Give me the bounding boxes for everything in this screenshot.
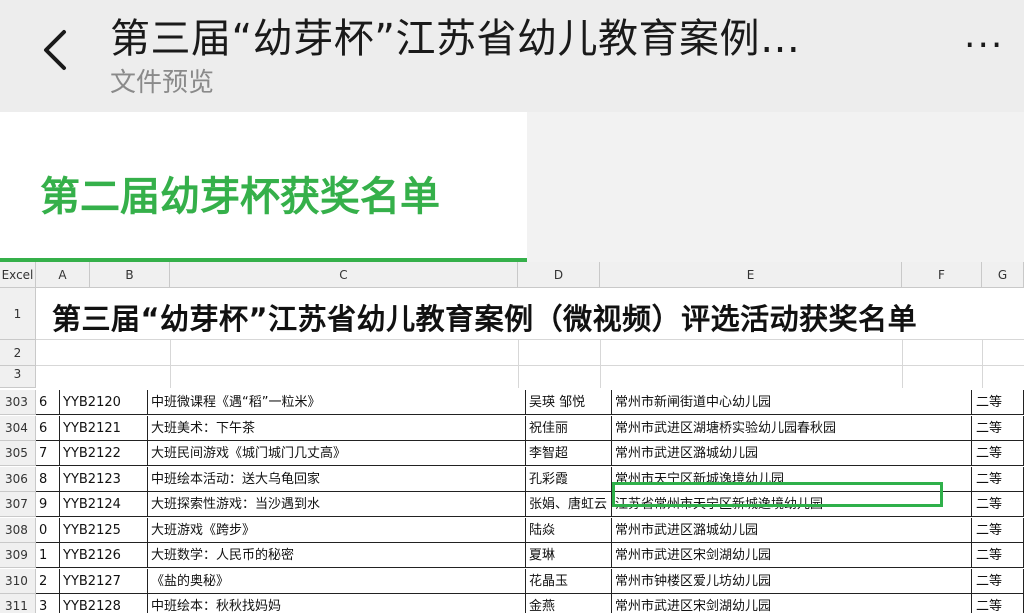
cell-a[interactable]: 0 (36, 517, 60, 543)
column-header-e[interactable]: E (600, 262, 902, 288)
column-header-d[interactable]: D (518, 262, 600, 288)
cell-award[interactable]: 二等 (972, 390, 1024, 415)
back-arrow-icon[interactable] (36, 26, 76, 74)
cell-author[interactable]: 张娟、唐虹云 (526, 492, 612, 517)
sheet-tab-label: 第二届幼芽杯获奖名单 (40, 174, 440, 220)
column-header-f[interactable]: F (902, 262, 982, 288)
cell-code[interactable]: YYB2122 (60, 441, 148, 466)
cell-title[interactable]: 中班绘本活动：送大乌龟回家 (148, 466, 526, 492)
table-row[interactable]: 308 0 YYB2125 大班游戏《跨步》 陆焱 常州市武进区潞城幼儿园 二等 (0, 517, 1024, 543)
cell-school[interactable]: 常州市武进区湖塘桥实验幼儿园春秋园 (612, 415, 972, 441)
cell-school[interactable]: 常州市武进区宋剑湖幼儿园 (612, 594, 972, 613)
cell-author[interactable]: 花晶玉 (526, 568, 612, 594)
cell-title[interactable]: 《盐的奥秘》 (148, 568, 526, 594)
table-row[interactable]: 304 6 YYB2121 大班美术：下午茶 祝佳丽 常州市武进区湖塘桥实验幼儿园春秋园二… (0, 415, 1024, 441)
column-header-b[interactable]: B (90, 262, 170, 288)
cell-a[interactable]: 6 (36, 415, 60, 441)
cell-a[interactable]: 2 (36, 568, 60, 594)
cell-title[interactable]: 大班美术：下午茶 (148, 415, 526, 441)
row-number[interactable]: 308 (0, 517, 36, 543)
cell-code[interactable]: YYB2127 (60, 568, 148, 594)
cell-author[interactable]: 孔彩霞 (526, 466, 612, 492)
table-row[interactable]: 303 6 YYB2120 中班微课程《遇“稻”一粒米》 吴瑛 邹悦 常州市新闸街道中心幼… (0, 390, 1024, 415)
column-header-c[interactable]: C (170, 262, 518, 288)
cell-author[interactable]: 金燕 (526, 594, 612, 613)
cell-author[interactable]: 陆焱 (526, 517, 612, 543)
table-row[interactable]: 305 7 YYB2122 大班民间游戏《城门城门几丈高》 李智超 常州市武进区潞城幼儿园… (0, 441, 1024, 466)
column-header-g[interactable]: G (982, 262, 1024, 288)
column-header-a[interactable]: A (36, 262, 90, 288)
cell-code[interactable]: YYB2120 (60, 390, 148, 415)
selected-cell-outline (612, 482, 943, 507)
cell-code[interactable]: YYB2124 (60, 492, 148, 517)
row-number[interactable]: 311 (0, 594, 36, 613)
cell-award[interactable]: 二等 (972, 517, 1024, 543)
row-number[interactable]: 309 (0, 543, 36, 568)
cell-a[interactable]: 8 (36, 466, 60, 492)
cell-title[interactable]: 大班探索性游戏：当沙遇到水 (148, 492, 526, 517)
row-number[interactable]: 306 (0, 466, 36, 492)
grid-line (36, 339, 1024, 340)
grid-line (170, 340, 171, 388)
row-number[interactable]: 303 (0, 390, 36, 415)
sheet-corner: Excel (0, 262, 36, 288)
cell-school[interactable]: 常州市新闸街道中心幼儿园 (612, 390, 972, 415)
row-header-3[interactable]: 3 (0, 366, 36, 388)
row-number[interactable]: 307 (0, 492, 36, 517)
cell-a[interactable]: 9 (36, 492, 60, 517)
cell-title[interactable]: 中班微课程《遇“稻”一粒米》 (148, 390, 526, 415)
cell-title[interactable]: 大班游戏《跨步》 (148, 517, 526, 543)
cell-school[interactable]: 常州市武进区宋剑湖幼儿园 (612, 543, 972, 568)
cell-code[interactable]: YYB2126 (60, 543, 148, 568)
top-bar: 第三届“幼芽杯”江苏省幼儿教育案例… 文件预览 ··· (0, 0, 1024, 112)
spreadsheet[interactable]: Excel A B C D E F G 1 2 3 第三届“幼芽杯”江苏省幼儿教… (0, 262, 1024, 613)
row-header-2[interactable]: 2 (0, 340, 36, 366)
cell-school[interactable]: 常州市武进区潞城幼儿园 (612, 517, 972, 543)
grid-line (36, 365, 1024, 366)
sheet-main-title: 第三届“幼芽杯”江苏省幼儿教育案例（微视频）评选活动获奖名单 (52, 302, 918, 336)
document-subtitle: 文件预览 (110, 68, 215, 98)
cell-author[interactable]: 夏琳 (526, 543, 612, 568)
cell-school[interactable]: 常州市武进区潞城幼儿园 (612, 441, 972, 466)
grid-line (600, 340, 601, 388)
cell-award[interactable]: 二等 (972, 543, 1024, 568)
document-title: 第三届“幼芽杯”江苏省幼儿教育案例… (110, 16, 801, 62)
more-options-icon[interactable]: ··· (964, 28, 1004, 64)
cell-title[interactable]: 中班绘本：秋秋找妈妈 (148, 594, 526, 613)
grid-line (518, 340, 519, 388)
grid-line (902, 340, 903, 388)
cell-award[interactable]: 二等 (972, 441, 1024, 466)
cell-award[interactable]: 二等 (972, 415, 1024, 441)
cell-code[interactable]: YYB2121 (60, 415, 148, 441)
cell-a[interactable]: 7 (36, 441, 60, 466)
row-number[interactable]: 305 (0, 441, 36, 466)
cell-author[interactable]: 祝佳丽 (526, 415, 612, 441)
row-number[interactable]: 310 (0, 568, 36, 594)
cell-code[interactable]: YYB2125 (60, 517, 148, 543)
cell-a[interactable]: 6 (36, 390, 60, 415)
cell-award[interactable]: 二等 (972, 466, 1024, 492)
cell-title[interactable]: 大班民间游戏《城门城门几丈高》 (148, 441, 526, 466)
cell-award[interactable]: 二等 (972, 492, 1024, 517)
cell-award[interactable]: 二等 (972, 568, 1024, 594)
cell-code[interactable]: YYB2123 (60, 466, 148, 492)
table-row[interactable]: 311 3 YYB2128 中班绘本：秋秋找妈妈 金燕 常州市武进区宋剑湖幼儿园 二等 (0, 594, 1024, 613)
cell-author[interactable]: 李智超 (526, 441, 612, 466)
cell-title[interactable]: 大班数学：人民币的秘密 (148, 543, 526, 568)
cell-a[interactable]: 3 (36, 594, 60, 613)
row-header-1[interactable]: 1 (0, 288, 36, 340)
cell-author[interactable]: 吴瑛 邹悦 (526, 390, 612, 415)
table-row[interactable]: 310 2 YYB2127 《盐的奥秘》 花晶玉 常州市钟楼区爱儿坊幼儿园 二等 (0, 568, 1024, 594)
cell-a[interactable]: 1 (36, 543, 60, 568)
sheet-tab-active[interactable]: 第二届幼芽杯获奖名单 (0, 112, 527, 262)
table-row[interactable]: 309 1 YYB2126 大班数学：人民币的秘密 夏琳 常州市武进区宋剑湖幼儿园 二等 (0, 543, 1024, 568)
grid-line (982, 340, 983, 388)
cell-award[interactable]: 二等 (972, 594, 1024, 613)
cell-code[interactable]: YYB2128 (60, 594, 148, 613)
sheet-tab-bar: 第二届幼芽杯获奖名单 (0, 112, 1024, 262)
cell-school[interactable]: 常州市钟楼区爱儿坊幼儿园 (612, 568, 972, 594)
row-number[interactable]: 304 (0, 415, 36, 441)
